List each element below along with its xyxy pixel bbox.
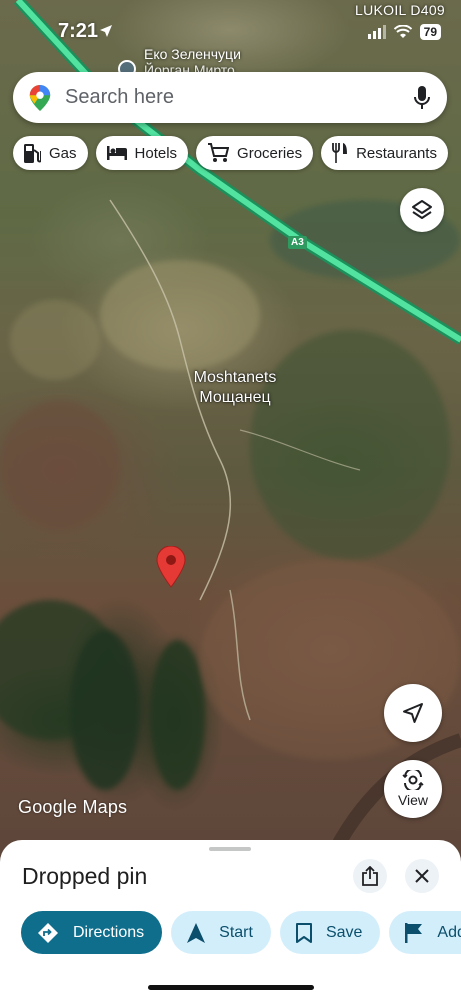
home-indicator[interactable] xyxy=(148,985,314,990)
shopping-cart-icon xyxy=(208,143,230,162)
search-input[interactable]: Search here xyxy=(65,86,413,109)
add-label-button[interactable]: Add xyxy=(389,911,461,954)
category-chips: Gas Hotels Groceries Restaurants xyxy=(13,136,448,170)
village-name-latin: Moshtanets xyxy=(193,369,277,386)
bed-icon xyxy=(106,146,127,160)
navigation-arrow-icon xyxy=(403,703,423,723)
microphone-icon[interactable] xyxy=(413,85,431,110)
status-indicators: 79 xyxy=(367,24,441,40)
save-button[interactable]: Save xyxy=(279,911,381,954)
chip-gas[interactable]: Gas xyxy=(13,136,88,170)
my-location-button[interactable] xyxy=(384,684,442,742)
close-button[interactable] xyxy=(405,859,439,893)
close-icon xyxy=(415,869,429,883)
status-time: 7:21 xyxy=(58,20,99,42)
action-buttons-row: Directions Start Save Add xyxy=(21,911,461,954)
road-label: A3 xyxy=(288,236,307,249)
dropped-pin-icon[interactable] xyxy=(156,546,186,588)
village-label[interactable]: Moshtanets Мощанец xyxy=(176,368,294,408)
share-icon xyxy=(362,866,378,886)
drag-handle[interactable] xyxy=(209,847,251,851)
navigation-arrow-icon xyxy=(187,922,206,943)
add-label: Add xyxy=(437,923,461,941)
location-arrow-icon xyxy=(100,25,112,37)
wifi-icon xyxy=(393,25,412,38)
bookmark-icon xyxy=(295,922,312,943)
search-bar[interactable]: Search here xyxy=(13,72,447,123)
chip-restaurants[interactable]: Restaurants xyxy=(321,136,448,170)
network-label: LUKOIL D409 xyxy=(355,2,445,18)
google-maps-logo-icon xyxy=(29,84,51,111)
chip-label: Gas xyxy=(49,144,77,162)
chip-label: Hotels xyxy=(134,144,178,162)
village-name-cyrillic: Мощанец xyxy=(199,389,271,406)
google-maps-watermark: Google Maps xyxy=(18,797,128,817)
chip-groceries[interactable]: Groceries xyxy=(196,136,314,170)
fork-knife-icon xyxy=(332,143,348,163)
layers-button[interactable] xyxy=(400,188,444,232)
flag-icon xyxy=(405,922,423,943)
chip-label: Groceries xyxy=(237,144,303,162)
share-button[interactable] xyxy=(353,859,387,893)
start-button[interactable]: Start xyxy=(171,911,271,954)
street-view-button[interactable]: View xyxy=(384,760,442,818)
cellular-signal-icon xyxy=(367,25,386,39)
chip-hotels[interactable]: Hotels xyxy=(95,136,189,170)
layers-icon xyxy=(412,200,432,219)
save-label: Save xyxy=(325,923,363,941)
battery-indicator: 79 xyxy=(419,24,441,40)
place-title: Dropped pin xyxy=(22,863,148,889)
directions-button[interactable]: Directions xyxy=(21,911,163,954)
chip-label: Restaurants xyxy=(356,144,437,162)
place-bottom-sheet[interactable]: Dropped pin Directions Start Save Ad xyxy=(0,840,461,999)
start-label: Start xyxy=(219,923,253,941)
directions-label: Directions xyxy=(73,923,145,941)
gas-station-icon xyxy=(24,143,41,163)
street-view-label: View xyxy=(397,792,429,808)
directions-icon xyxy=(38,922,58,943)
street-view-icon xyxy=(402,770,424,790)
